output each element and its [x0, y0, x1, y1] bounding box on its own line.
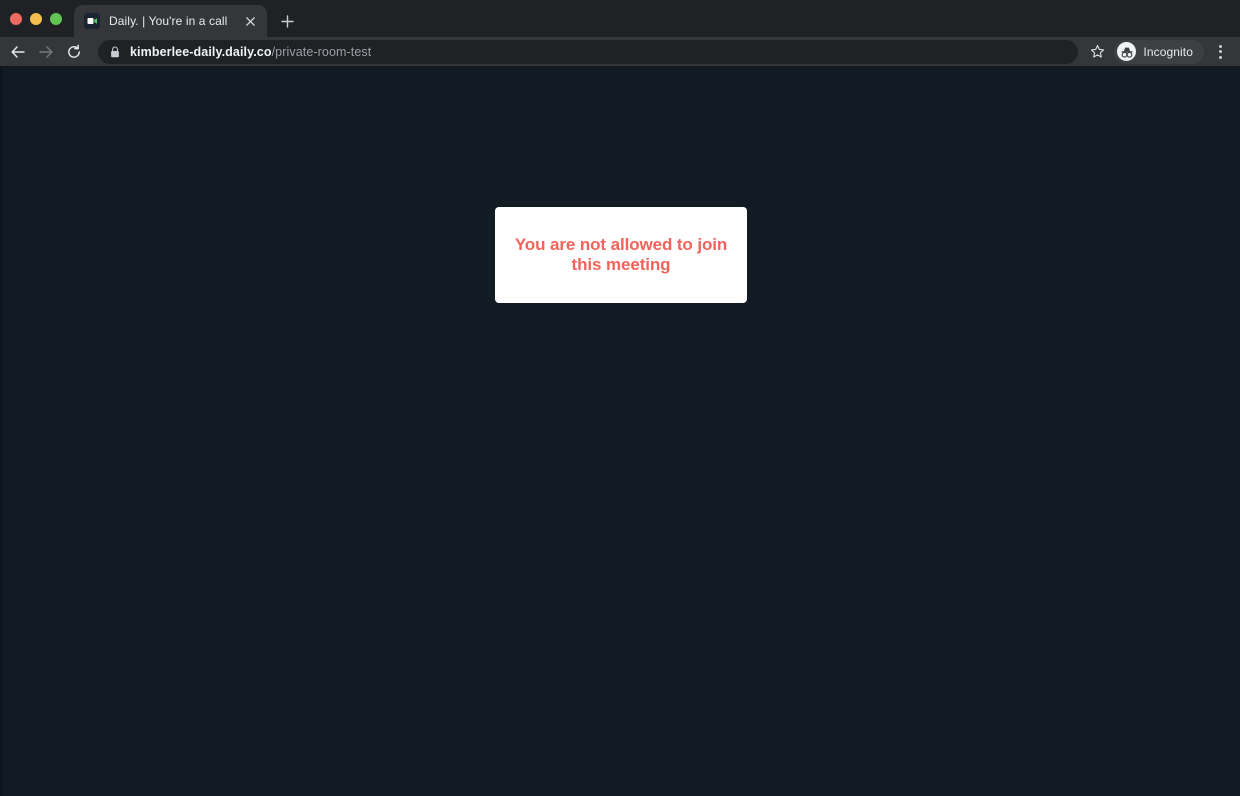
lock-icon	[110, 45, 120, 58]
back-arrow-icon[interactable]	[4, 38, 32, 66]
reload-icon[interactable]	[60, 38, 88, 66]
browser-window: Daily. | You're in a call kimberlee-dail…	[0, 0, 1240, 796]
maximize-window-button[interactable]	[50, 12, 62, 25]
call-stage: You are not allowed to join this meeting	[2, 66, 1240, 796]
browser-tab-active[interactable]: Daily. | You're in a call	[74, 5, 267, 37]
incognito-icon	[1117, 42, 1137, 61]
close-icon[interactable]	[241, 12, 259, 30]
forward-arrow-icon	[32, 38, 60, 66]
close-window-button[interactable]	[10, 12, 22, 25]
profile-label: Incognito	[1143, 44, 1193, 59]
browser-toolbar: kimberlee-daily.daily.co/private-room-te…	[0, 37, 1240, 66]
not-allowed-message-card: You are not allowed to join this meeting	[495, 207, 747, 303]
address-bar[interactable]: kimberlee-daily.daily.co/private-room-te…	[98, 39, 1079, 64]
not-allowed-message-text: You are not allowed to join this meeting	[514, 234, 728, 274]
url-host: kimberlee-daily.daily.co	[130, 44, 272, 59]
url-path: /private-room-test	[271, 44, 372, 59]
window-controls	[0, 0, 72, 37]
three-dot-menu-icon[interactable]	[1208, 39, 1232, 65]
menu-dots	[1218, 44, 1222, 59]
video-camera-icon	[84, 13, 100, 29]
tab-title: Daily. | You're in a call	[109, 14, 228, 28]
page-viewport: You are not allowed to join this meeting	[0, 66, 1240, 796]
new-tab-button[interactable]	[273, 7, 301, 35]
minimize-window-button[interactable]	[30, 12, 42, 25]
menu-dot	[1218, 50, 1222, 53]
star-icon[interactable]	[1084, 39, 1110, 65]
menu-dot	[1218, 44, 1222, 48]
profile-incognito-chip[interactable]: Incognito	[1114, 39, 1204, 64]
url-text: kimberlee-daily.daily.co/private-room-te…	[130, 44, 371, 60]
menu-dot	[1218, 55, 1222, 59]
tab-strip: Daily. | You're in a call	[0, 0, 1240, 37]
